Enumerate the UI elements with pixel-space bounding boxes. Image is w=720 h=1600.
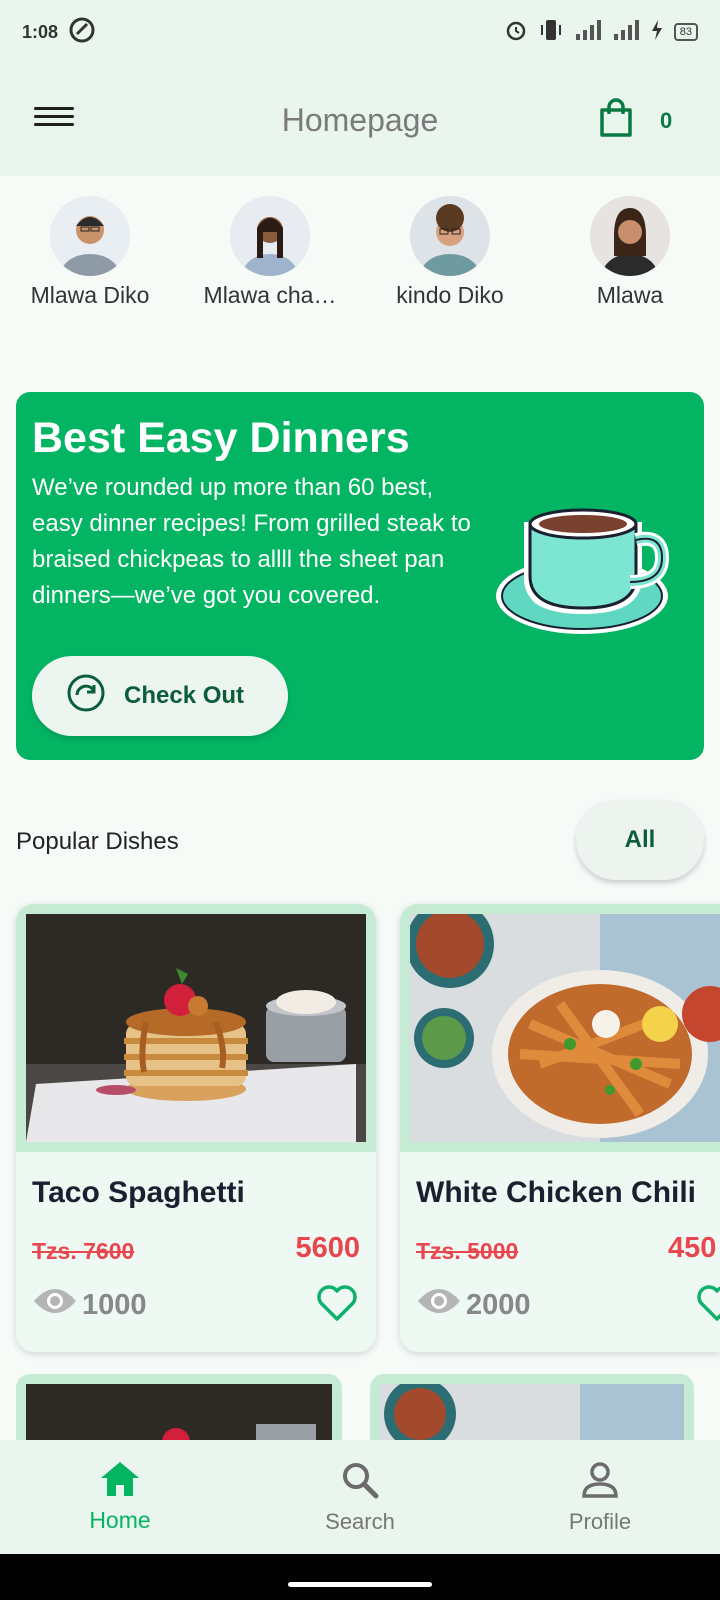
search-icon	[340, 1460, 380, 1505]
gesture-bar-area	[0, 1554, 720, 1600]
bottom-navigation: Home Search Profile	[0, 1440, 720, 1554]
banner-text: We’ve rounded up more than 60 best, easy…	[32, 474, 471, 609]
shopping-bag-icon	[598, 98, 634, 143]
favorite-heart-icon[interactable]	[696, 1284, 720, 1327]
eye-icon	[32, 1286, 78, 1324]
dish-image	[400, 904, 720, 1152]
nav-profile-label: Profile	[568, 1508, 632, 1534]
home-gesture-bar[interactable]	[288, 1582, 432, 1587]
coffee-cup-icon	[494, 492, 678, 647]
app-bar: Homepage 0	[0, 64, 720, 176]
nav-search[interactable]: Search	[240, 1440, 480, 1554]
dish-old-price: Tzs. 7600	[32, 1238, 135, 1264]
dish-views: 2000	[416, 1286, 531, 1324]
dish-views: 1000	[32, 1286, 147, 1324]
popular-dishes-title: Popular Dishes	[16, 828, 179, 855]
user-stories: Mlawa Diko Mlawa cha… kindo Diko Mlawa	[0, 176, 720, 326]
dish-card[interactable]: White Chicken Chili Tzs. 5000 450 2000	[400, 904, 720, 1352]
dish-price: 450	[668, 1232, 717, 1264]
alarm-icon	[504, 18, 528, 47]
vibrate-icon	[538, 18, 564, 47]
filter-all-button[interactable]: All	[576, 800, 704, 880]
favorite-heart-icon[interactable]	[316, 1284, 358, 1327]
dish-price: 5600	[295, 1232, 360, 1264]
nav-search-label: Search	[325, 1508, 395, 1534]
avatar	[590, 196, 670, 276]
story-name: Mlawa cha…	[203, 282, 337, 308]
dish-views-count: 2000	[466, 1288, 531, 1321]
cart-button[interactable]: 0	[598, 98, 672, 143]
dish-image	[16, 904, 376, 1152]
dish-name: White Chicken Chili	[416, 1176, 697, 1209]
dish-card[interactable]: Taco Spaghetti Tzs. 7600 5600 1000	[16, 904, 376, 1352]
dish-old-price: Tzs. 5000	[416, 1238, 519, 1264]
check-out-label: Check Out	[124, 682, 245, 709]
app-status-icon	[68, 16, 96, 49]
promo-banner: Best Easy Dinners We’ve rounded up more …	[16, 392, 704, 760]
nav-profile[interactable]: Profile	[480, 1440, 720, 1554]
home-icon	[99, 1460, 141, 1503]
banner-title: Best Easy Dinners	[32, 414, 410, 462]
status-bar: 1:08 83	[0, 0, 720, 64]
eye-icon	[416, 1286, 462, 1324]
refresh-icon	[66, 673, 106, 720]
dish-views-count: 1000	[82, 1288, 147, 1321]
battery-icon: 83	[673, 23, 698, 41]
story-item[interactable]: Mlawa	[550, 196, 710, 309]
signal-icon-2	[612, 19, 640, 46]
story-name: Mlawa	[596, 282, 664, 308]
avatar	[410, 196, 490, 276]
battery-level: 83	[679, 26, 692, 38]
avatar	[230, 196, 310, 276]
story-name: Mlawa Diko	[30, 282, 150, 308]
charging-icon	[650, 19, 664, 46]
nav-home-label: Home	[89, 1507, 151, 1533]
status-time: 1:08	[22, 21, 59, 42]
person-icon	[580, 1460, 620, 1505]
cart-count: 0	[660, 107, 673, 133]
dish-name: Taco Spaghetti	[32, 1176, 245, 1209]
story-item[interactable]: kindo Diko	[370, 196, 530, 309]
avatar	[50, 196, 130, 276]
signal-icon	[574, 19, 602, 46]
nav-home[interactable]: Home	[0, 1440, 240, 1554]
story-name: kindo Diko	[396, 282, 504, 308]
check-out-button[interactable]: Check Out	[32, 656, 288, 736]
story-item[interactable]: Mlawa Diko	[10, 196, 170, 309]
story-item[interactable]: Mlawa cha…	[190, 196, 350, 309]
